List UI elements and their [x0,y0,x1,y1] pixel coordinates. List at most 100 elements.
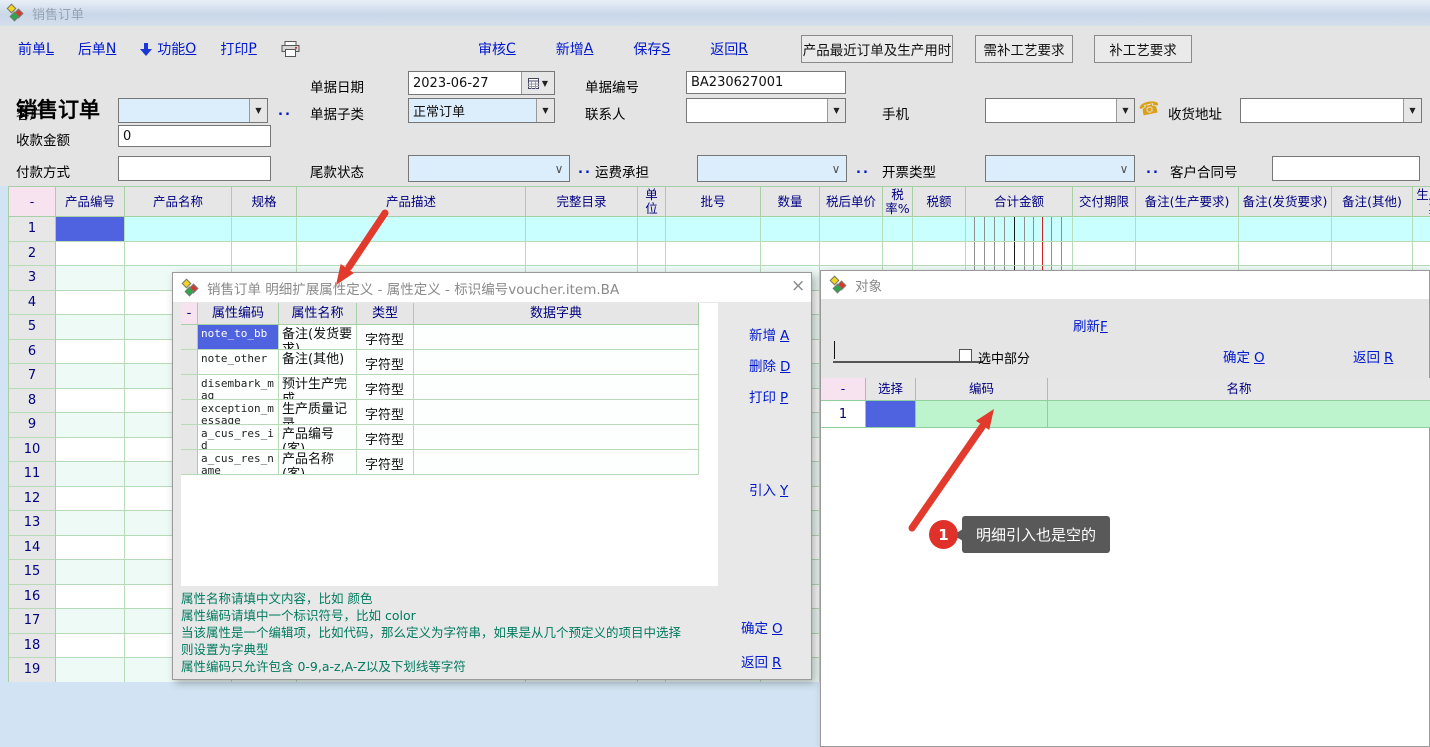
attr-action-delete[interactable]: 删除D [749,355,790,375]
grid-row-number[interactable]: 1 [9,217,56,242]
grid-cell[interactable] [1073,217,1136,242]
attr-cell[interactable]: 备注(其他) [279,350,357,375]
grid-cell[interactable] [56,389,125,414]
attr-row-selector[interactable] [181,450,198,475]
attr-row-selector[interactable] [181,425,198,450]
grid-header[interactable]: 产品编号 [56,187,125,217]
contract-no-input[interactable] [1272,156,1420,181]
grid-cell[interactable] [232,217,297,242]
attr-row-selector[interactable] [181,375,198,400]
object-header[interactable]: 名称 [1048,378,1430,401]
object-header[interactable]: 选择 [866,378,916,401]
grid-cell[interactable] [1239,217,1332,242]
customer-lookup-dots[interactable]: .. [278,104,292,119]
grid-row-number[interactable]: 18 [9,634,56,659]
grid-header[interactable]: 交付期限 [1073,187,1136,217]
attr-back-link[interactable]: 返回R [741,651,781,671]
attr-cell[interactable]: 字符型 [357,400,414,425]
grid-cell[interactable] [56,634,125,659]
attr-cell[interactable]: a_cus_res_name [198,450,279,475]
grid-cell[interactable] [56,242,125,267]
refresh-link[interactable]: 刷新F [1073,315,1108,335]
toolbar-link-print[interactable]: 打印P [220,39,256,59]
grid-cell[interactable] [1136,217,1239,242]
grid-row-number[interactable]: 4 [9,291,56,316]
toolbar-link-func[interactable]: 功能O [140,39,196,59]
attr-cell[interactable]: 字符型 [357,350,414,375]
freight-lookup-dots[interactable]: .. [856,162,870,177]
grid-cell[interactable] [56,462,125,487]
grid-header[interactable]: - [9,187,56,217]
grid-cell[interactable] [56,217,125,242]
chevron-down-icon[interactable]: ∨ [826,162,846,176]
toolbar-link-next[interactable]: 后单N [78,39,116,59]
toolbar-link-save[interactable]: 保存S [633,39,670,59]
grid-cell[interactable] [666,217,761,242]
grid-header[interactable]: 产品名称 [125,187,232,217]
attr-cell[interactable]: a_cus_res_id [198,425,279,450]
grid-row-number[interactable]: 5 [9,315,56,340]
balance-status-combo[interactable]: ∨ [408,155,570,182]
subtype-combo[interactable]: 正常订单▼ [408,98,555,123]
grid-header[interactable]: 备注(生产要求) [1136,187,1239,217]
grid-cell[interactable] [1136,242,1239,267]
grid-cell[interactable] [1413,242,1430,267]
grid-cell[interactable] [883,217,913,242]
grid-cell[interactable] [56,364,125,389]
grid-cell[interactable] [232,242,297,267]
grid-cell[interactable] [1073,242,1136,267]
grid-cell[interactable] [526,217,638,242]
grid-cell[interactable] [820,217,883,242]
grid-row-number[interactable]: 10 [9,438,56,463]
attr-cell[interactable]: disembark_mag [198,375,279,400]
attr-cell[interactable] [414,450,699,475]
attr-row-selector[interactable] [181,325,198,350]
toolbar-link-back[interactable]: 返回R [710,39,748,59]
select-part-checkbox[interactable] [959,349,972,362]
process-req-button[interactable]: 补工艺要求 [1094,35,1192,63]
grid-row-number[interactable]: 7 [9,364,56,389]
grid-cell[interactable] [56,413,125,438]
attr-cell[interactable]: 字符型 [357,325,414,350]
grid-cell[interactable] [56,560,125,585]
grid-header[interactable]: 税后单价 [820,187,883,217]
grid-cell[interactable] [761,217,820,242]
object-header[interactable]: - [821,378,866,401]
grid-header[interactable]: 产品描述 [297,187,526,217]
attr-cell[interactable] [414,425,699,450]
toolbar-link-prev[interactable]: 前单L [18,39,54,59]
grid-cell[interactable] [56,511,125,536]
toolbar-link-add[interactable]: 新增A [556,39,594,59]
combo-arrow-icon[interactable]: ▼ [536,99,554,122]
combo-arrow-icon[interactable]: ▼ [1403,99,1421,122]
date-field[interactable]: 2023-06-27 ▼ [408,71,555,95]
grid-cell[interactable] [125,242,232,267]
attr-header[interactable]: 类型 [357,303,414,325]
grid-cell[interactable] [1413,217,1430,242]
attr-cell[interactable]: note_other [198,350,279,375]
chevron-down-icon[interactable]: ∨ [1114,162,1134,176]
grid-row-number[interactable]: 15 [9,560,56,585]
contact-combo[interactable]: ▼ [686,98,846,123]
grid-cell[interactable] [297,242,526,267]
mobile-combo[interactable]: ▼ [985,98,1135,123]
grid-row-number[interactable]: 9 [9,413,56,438]
customer-combo[interactable]: ▼ [118,98,268,123]
object-header[interactable]: 编码 [916,378,1048,401]
grid-cell[interactable] [56,609,125,634]
grid-cell[interactable] [56,658,125,682]
grid-cell[interactable] [125,217,232,242]
attr-cell[interactable]: 产品编号(客) [279,425,357,450]
grid-cell[interactable] [56,536,125,561]
freight-combo[interactable]: ∨ [697,155,847,182]
attr-cell[interactable]: 字符型 [357,450,414,475]
attr-cell[interactable] [414,375,699,400]
grid-cell[interactable] [883,242,913,267]
attr-cell[interactable]: 产品名称(客) [279,450,357,475]
attr-row-selector[interactable] [181,400,198,425]
balance-lookup-dots[interactable]: .. [578,162,592,177]
attr-cell[interactable]: 字符型 [357,375,414,400]
grid-header[interactable]: 单位 [638,187,666,217]
toolbar-link-audit[interactable]: 审核C [478,39,516,59]
attr-header[interactable]: 数据字典 [414,303,699,325]
